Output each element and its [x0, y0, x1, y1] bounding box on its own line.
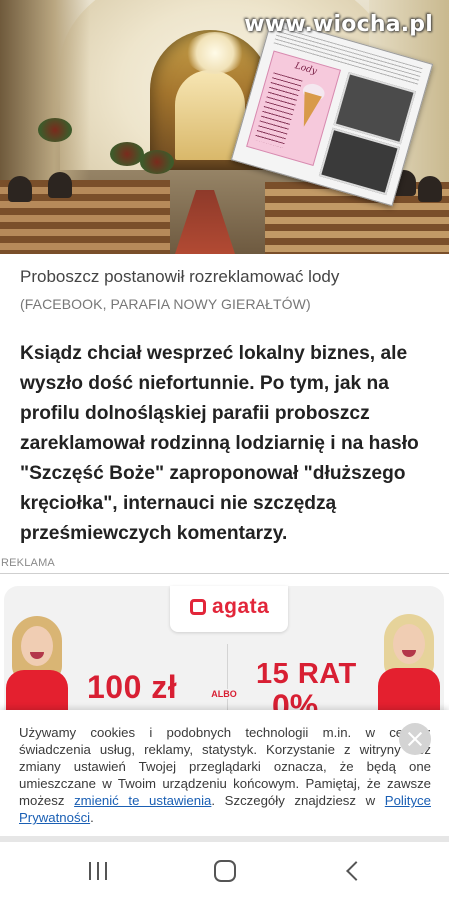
church-chandelier: [185, 32, 245, 74]
agata-logo: agata: [170, 586, 288, 632]
image-source: (FACEBOOK, PARAFIA NOWY GIERAŁTÓW): [20, 296, 311, 312]
home-icon[interactable]: [214, 860, 236, 882]
change-settings-link[interactable]: zmienić te ustawienia: [74, 793, 211, 808]
church-aisle-carpet: [175, 190, 235, 254]
cookie-banner: Używamy cookies i podobnych technologii …: [0, 710, 449, 842]
ad-model-right: [378, 614, 440, 710]
ad-installments: 15 RAT: [256, 658, 357, 690]
bag-icon: [190, 599, 206, 615]
system-navigation-bar: [0, 842, 449, 900]
ad-model-left: [6, 616, 68, 710]
flower-decoration: [110, 142, 144, 166]
ad-divider: [227, 644, 228, 710]
flower-decoration: [140, 150, 174, 174]
congregant: [418, 176, 442, 202]
back-icon[interactable]: [343, 860, 365, 882]
ad-price-left: 100 zł: [87, 669, 178, 705]
congregant: [48, 172, 72, 198]
ice-cream-cone-icon: [295, 91, 322, 130]
ad-percent: 0%: [272, 688, 319, 710]
ad-label: REKLAMA: [1, 557, 55, 569]
flower-decoration: [38, 118, 72, 142]
article-hero-image: Lody www.wiocha.pl: [0, 0, 449, 254]
congregant: [8, 176, 32, 202]
site-watermark: www.wiocha.pl: [244, 12, 433, 37]
article-lead: Ksiądz chciał wesprzeć lokalny biznes, a…: [20, 343, 419, 544]
ad-brand: agata: [212, 595, 270, 618]
cookie-text: Używamy cookies i podobnych technologii …: [19, 724, 431, 826]
cookie-text-middle: . Szczegóły znajdziesz w: [211, 793, 385, 808]
ad-albo: ALBO: [207, 689, 241, 699]
cookie-text-end: .: [90, 810, 94, 825]
ad-banner[interactable]: agata 100 zł ALBO 15 RAT 0%: [0, 573, 449, 710]
recents-icon[interactable]: [89, 862, 109, 880]
image-caption: Proboszcz postanowił rozreklamować lody: [20, 267, 340, 286]
close-icon[interactable]: [399, 723, 431, 755]
poster-menu-list: [254, 72, 303, 148]
